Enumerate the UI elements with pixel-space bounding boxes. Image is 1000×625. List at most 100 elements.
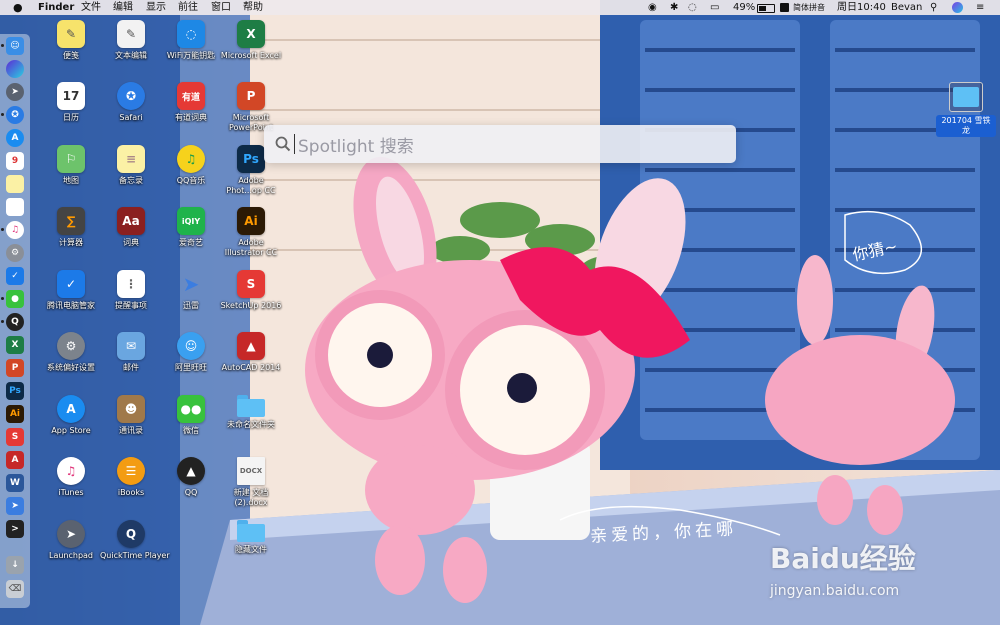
app-name-menu[interactable]: Finder	[38, 0, 74, 15]
itunes-dock-icon[interactable]: ♫	[6, 221, 24, 239]
bluetooth-icon[interactable]: ✱	[670, 0, 678, 15]
menu-help[interactable]: 帮助	[243, 0, 263, 15]
desktop-icon-maps[interactable]: ⚐ 地图	[40, 145, 102, 201]
desktop-icon-xunlei[interactable]: ➤ 迅雷	[160, 270, 222, 326]
desktop-icon-untitled-folder[interactable]: 未命名文件夹	[220, 395, 282, 451]
desktop-icon-qqmusic[interactable]: ♫ QQ音乐	[160, 145, 222, 201]
spotlight-search-bar[interactable]: Spotlight 搜索	[264, 125, 736, 163]
illustrator-dock-icon[interactable]: Ai	[6, 405, 24, 423]
system-prefs-dock-icon[interactable]: ⚙	[6, 244, 24, 262]
running-indicator	[1, 320, 4, 323]
desktop-icon-mail[interactable]: ✉ 邮件	[100, 332, 162, 388]
wechat-dock-icon[interactable]: ●	[6, 290, 24, 308]
menu-file[interactable]: 文件	[81, 0, 101, 15]
battery-icon[interactable]	[757, 4, 775, 13]
input-method-label[interactable]: 简体拼音	[793, 0, 825, 15]
powerpoint-icon: P	[237, 82, 265, 110]
tencent-manager-icon: ✓	[57, 270, 85, 298]
photoshop-icon: Ps	[237, 145, 265, 173]
launchpad-icon: ➤	[57, 520, 85, 548]
calendar-dock-icon[interactable]: 9	[6, 152, 24, 170]
desktop-icon-reminders[interactable]: ⋮ 提醒事项	[100, 270, 162, 326]
tencent-manager-dock-icon[interactable]: ✓	[6, 267, 24, 285]
desktop-icon-calendar[interactable]: 17 日历	[40, 82, 102, 138]
desktop-icon-dictionary[interactable]: Aa 词典	[100, 207, 162, 263]
desktop-icon-hidden-files[interactable]: 隐藏文件	[220, 520, 282, 576]
siri-icon[interactable]	[952, 2, 963, 13]
safari-dock-icon[interactable]: ✪	[6, 106, 24, 124]
desktop-icon-appstore[interactable]: A App Store	[40, 395, 102, 451]
siri-dock-icon[interactable]	[6, 60, 24, 78]
desktop-icon-youdao[interactable]: 有道 有道词典	[160, 82, 222, 138]
wangwang-icon: ☺	[177, 332, 205, 360]
qq-dock-icon[interactable]: Q	[6, 313, 24, 331]
reminders-dock-icon[interactable]	[6, 198, 24, 216]
desktop-icon-autocad[interactable]: ▲ AutoCAD 2014	[220, 332, 282, 388]
menu-window[interactable]: 窗口	[211, 0, 231, 15]
music-note-icon: ♫	[177, 145, 205, 173]
desktop-icon-itunes[interactable]: ♫ iTunes	[40, 457, 102, 513]
desktop-icon-calculator[interactable]: ∑ 计算器	[40, 207, 102, 263]
desktop-icon-quicktime[interactable]: Q QuickTime Player	[100, 520, 170, 576]
desktop-icon-launchpad[interactable]: ➤ Launchpad	[40, 520, 102, 576]
dock: ☺ ➤ ✪ A 9 ♫ ⚙ ✓ ● Q X P Ps Ai S A W ➤ > …	[0, 34, 30, 608]
wifi-icon[interactable]: ◌	[688, 0, 697, 15]
photoshop-dock-icon[interactable]: Ps	[6, 382, 24, 400]
apple-icon[interactable]: ●	[13, 0, 23, 15]
autocad-dock-icon[interactable]: A	[6, 451, 24, 469]
desktop-icon-stickies[interactable]: ✎ 便笺	[40, 20, 102, 76]
calendar-icon: 17	[57, 82, 85, 110]
word-dock-icon[interactable]: W	[6, 474, 24, 492]
textedit-icon: ✎	[117, 20, 145, 48]
qq-status-icon[interactable]: ◉	[648, 0, 657, 15]
excel-dock-icon[interactable]: X	[6, 336, 24, 354]
desktop-icon-iqiyi[interactable]: iQIY 爱奇艺	[160, 207, 222, 263]
battery-percent[interactable]: 49%	[733, 0, 755, 15]
chat-bubble-icon: ●●	[177, 395, 205, 423]
clock[interactable]: 周日10:40	[837, 0, 886, 15]
appstore-dock-icon[interactable]: A	[6, 129, 24, 147]
desktop-icon-textedit[interactable]: ✎ 文本编辑	[100, 20, 162, 76]
spotlight-input[interactable]: Spotlight 搜索	[298, 132, 414, 157]
finder-icon[interactable]: ☺	[6, 37, 24, 55]
sketchup-dock-icon[interactable]: S	[6, 428, 24, 446]
maps-icon: ⚐	[57, 145, 85, 173]
desktop-icon-wifi-key[interactable]: ◌ WiFi万能钥匙	[160, 20, 222, 76]
desktop-icon-contacts[interactable]: ☻ 通讯录	[100, 395, 162, 451]
xunlei-dock-icon[interactable]: ➤	[6, 497, 24, 515]
desktop-icon-sketchup[interactable]: S SketchUp 2016	[220, 270, 282, 326]
powerpoint-dock-icon[interactable]: P	[6, 359, 24, 377]
desktop-icon-docx[interactable]: DOCX 新建 文档 (2).docx	[220, 457, 282, 513]
desktop-icon-illustrator[interactable]: Ai Adobe Illustrator CC	[220, 207, 282, 263]
folder-icon	[237, 520, 265, 542]
desktop-icon-safari[interactable]: ✪ Safari	[100, 82, 162, 138]
text-caret	[294, 134, 295, 154]
desktop-icon-wechat[interactable]: ●● 微信	[160, 395, 222, 451]
desktop-icon-qq[interactable]: ▲ QQ	[160, 457, 222, 513]
notes-icon: ≡	[117, 145, 145, 173]
excel-icon: X	[237, 20, 265, 48]
trash-icon[interactable]: ⌫	[6, 580, 24, 598]
desktop-icon-tencent-manager[interactable]: ✓ 腾讯电脑管家	[40, 270, 102, 326]
penguin-icon: ▲	[177, 457, 205, 485]
user-name[interactable]: Bevan	[891, 0, 922, 15]
downloads-dock-icon[interactable]: ↓	[6, 556, 24, 574]
input-method-icon[interactable]	[780, 3, 789, 12]
menu-go[interactable]: 前往	[178, 0, 198, 15]
airplay-icon[interactable]: ▭	[710, 0, 719, 15]
notes-dock-icon[interactable]	[6, 175, 24, 193]
launchpad-dock-icon[interactable]: ➤	[6, 83, 24, 101]
desktop-icon-excel[interactable]: X Microsoft Excel	[220, 20, 282, 76]
terminal-dock-icon[interactable]: >	[6, 520, 24, 538]
desktop-icon-aliwangwang[interactable]: ☺ 阿里旺旺	[160, 332, 222, 388]
folder-icon	[949, 82, 983, 112]
desktop-icon-notes[interactable]: ≡ 备忘录	[100, 145, 162, 201]
search-icon[interactable]: ⚲	[930, 0, 937, 15]
running-indicator	[1, 297, 4, 300]
desktop-icon-system-prefs[interactable]: ⚙ 系统偏好设置	[40, 332, 102, 388]
desktop-icon-201704-folder[interactable]: 201704 雪铁龙	[936, 82, 996, 138]
notification-center-icon[interactable]: ≡	[976, 0, 984, 15]
menu-edit[interactable]: 编辑	[113, 0, 133, 15]
menu-view[interactable]: 显示	[146, 0, 166, 15]
desktop-icon-ibooks[interactable]: ☰ iBooks	[100, 457, 162, 513]
